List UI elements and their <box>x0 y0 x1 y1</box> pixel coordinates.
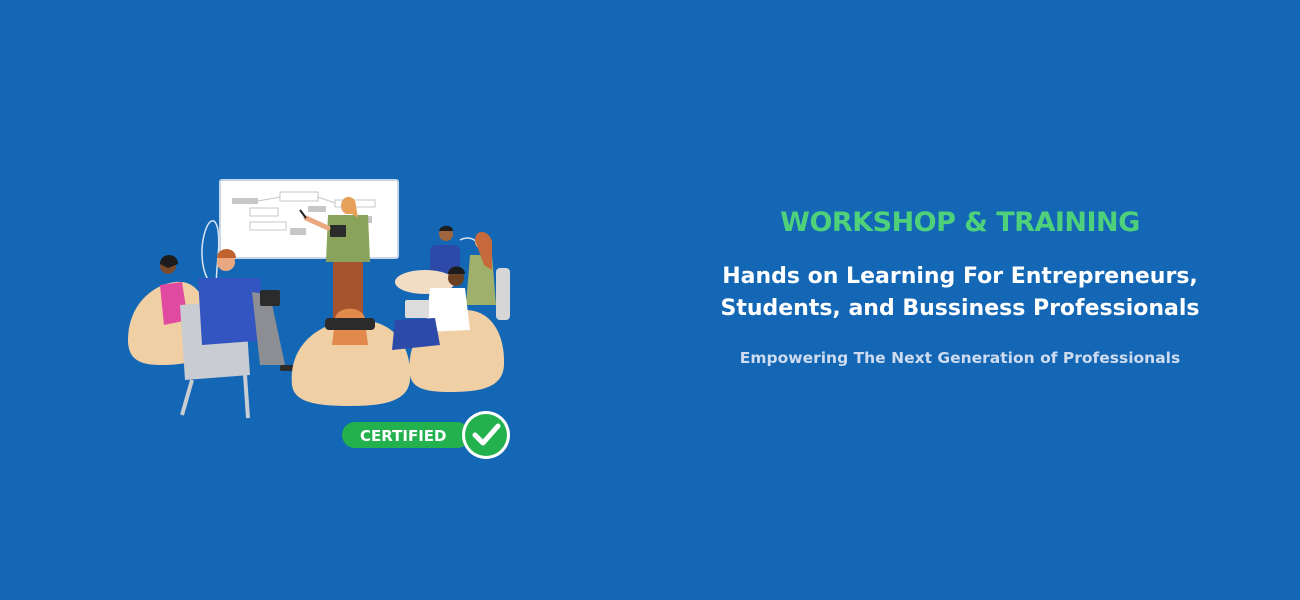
certified-badge-label: CERTIFIED <box>360 427 446 445</box>
banner-headline: Hands on Learning For Entrepreneurs, Stu… <box>700 261 1220 325</box>
participant-blue <box>395 225 460 294</box>
workshop-banner: CERTIFIED WORKSHOP & TRAINING Hands on L… <box>0 0 1300 600</box>
workshop-illustration: CERTIFIED <box>128 179 510 459</box>
participant-right <box>466 231 510 320</box>
headline-line-1: Hands on Learning For Entrepreneurs, <box>722 264 1198 289</box>
banner-subline: Empowering The Next Generation of Profes… <box>739 349 1181 367</box>
certified-badge: CERTIFIED <box>342 411 510 459</box>
banner-text: WORKSHOP & TRAINING Hands on Learning Fo… <box>700 205 1220 369</box>
participant-front <box>291 308 411 406</box>
headline-line-2: Students, and Bussiness Professionals <box>720 296 1200 321</box>
banner-kicker: WORKSHOP & TRAINING <box>780 207 1140 238</box>
participant-chair <box>180 249 304 419</box>
